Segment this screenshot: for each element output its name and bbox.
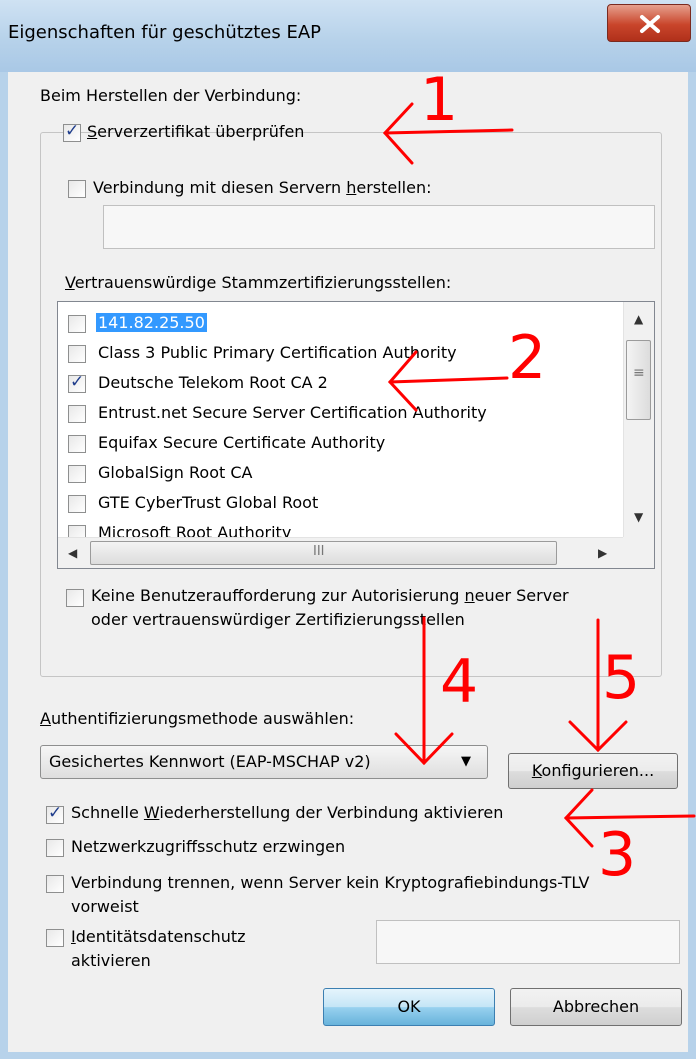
scroll-up-arrow-icon[interactable]: ▲ bbox=[634, 312, 643, 326]
connect-heading: Beim Herstellen der Verbindung: bbox=[40, 86, 302, 105]
list-item[interactable]: GTE CyberTrust Global Root bbox=[66, 490, 606, 518]
connect-servers-checkbox[interactable] bbox=[68, 180, 86, 198]
window-frame-bottom bbox=[0, 1052, 696, 1059]
fast-reconnect-label[interactable]: Schnelle Wiederherstellung der Verbindun… bbox=[71, 803, 503, 822]
scroll-right-arrow-icon[interactable]: ▶ bbox=[598, 546, 607, 560]
nap-label[interactable]: Netzwerkzugriffsschutz erzwingen bbox=[71, 837, 345, 856]
disconnect-label-line2[interactable]: vorweist bbox=[71, 897, 139, 916]
identity-privacy-label-line2[interactable]: aktivieren bbox=[71, 951, 151, 970]
list-item-label: Equifax Secure Certificate Authority bbox=[98, 433, 386, 452]
no-prompt-checkbox[interactable] bbox=[66, 589, 84, 607]
close-button[interactable] bbox=[607, 4, 691, 42]
list-item[interactable]: 141.82.25.50 bbox=[66, 310, 606, 338]
list-item[interactable]: Equifax Secure Certificate Authority bbox=[66, 430, 606, 458]
fast-reconnect-checkbox[interactable]: ✓ bbox=[46, 803, 64, 824]
list-item-checkbox[interactable] bbox=[68, 495, 86, 513]
no-prompt-label-line2[interactable]: oder vertrauenswürdiger Zertifizierungss… bbox=[91, 610, 465, 629]
list-item-checkbox[interactable] bbox=[68, 315, 86, 333]
disconnect-checkbox[interactable] bbox=[46, 875, 64, 893]
horizontal-scroll-thumb[interactable]: III bbox=[90, 541, 557, 565]
identity-input[interactable] bbox=[376, 920, 680, 964]
grip-icon: III bbox=[313, 544, 325, 559]
list-item-label: Deutsche Telekom Root CA 2 bbox=[98, 373, 328, 392]
nap-checkbox[interactable] bbox=[46, 839, 64, 857]
list-item-checkbox[interactable] bbox=[68, 405, 86, 423]
list-item[interactable]: Class 3 Public Primary Certification Aut… bbox=[66, 340, 606, 368]
trusted-ca-list[interactable]: 141.82.25.50 Class 3 Public Primary Cert… bbox=[57, 301, 655, 569]
list-item[interactable]: GlobalSign Root CA bbox=[66, 460, 606, 488]
title-bar: Eigenschaften für geschütztes EAP bbox=[0, 0, 696, 72]
disconnect-label[interactable]: Verbindung trennen, wenn Server kein Kry… bbox=[71, 873, 589, 892]
cancel-button[interactable]: Abbrechen bbox=[510, 988, 682, 1026]
list-item-checkbox[interactable] bbox=[68, 465, 86, 483]
verify-cert-label[interactable]: Serverzertifikat überprüfen bbox=[87, 122, 304, 141]
list-item[interactable]: ✓ Deutsche Telekom Root CA 2 bbox=[66, 370, 606, 398]
horizontal-scrollbar[interactable]: ◀ III ▶ bbox=[58, 537, 623, 568]
auth-method-label: Authentifizierungsmethode auswählen: bbox=[40, 709, 355, 728]
grip-icon: ≡ bbox=[633, 365, 645, 381]
scroll-left-arrow-icon[interactable]: ◀ bbox=[68, 546, 77, 560]
window-frame-left bbox=[0, 72, 8, 1059]
checkmark-icon: ✓ bbox=[48, 803, 63, 823]
dropdown-arrow-icon: ▼ bbox=[461, 754, 471, 769]
list-item-label: 141.82.25.50 bbox=[96, 313, 207, 332]
list-item-label: GTE CyberTrust Global Root bbox=[98, 493, 319, 512]
list-item[interactable]: Entrust.net Secure Server Certification … bbox=[66, 400, 606, 428]
ok-button[interactable]: OK bbox=[323, 988, 495, 1026]
window-title: Eigenschaften für geschütztes EAP bbox=[8, 22, 322, 43]
configure-button[interactable]: Konfigurieren... bbox=[508, 753, 678, 789]
list-item-label: Entrust.net Secure Server Certification … bbox=[98, 403, 487, 422]
list-item-label: Class 3 Public Primary Certification Aut… bbox=[98, 343, 457, 362]
auth-method-value: Gesichertes Kennwort (EAP-MSCHAP v2) bbox=[49, 752, 371, 771]
list-item-label: GlobalSign Root CA bbox=[98, 463, 253, 482]
vertical-scroll-thumb[interactable]: ≡ bbox=[626, 340, 651, 420]
window-frame-right bbox=[688, 72, 696, 1059]
list-item-checkbox[interactable] bbox=[68, 345, 86, 363]
connect-servers-label[interactable]: Verbindung mit diesen Servern herstellen… bbox=[93, 178, 431, 197]
auth-method-select[interactable]: Gesichertes Kennwort (EAP-MSCHAP v2) ▼ bbox=[40, 745, 488, 779]
no-prompt-label[interactable]: Keine Benutzeraufforderung zur Autorisie… bbox=[91, 586, 569, 605]
identity-privacy-label[interactable]: Identitätsdatenschutz bbox=[71, 927, 246, 946]
verify-cert-checkbox[interactable]: ✓ bbox=[63, 121, 81, 142]
checkmark-icon: ✓ bbox=[70, 372, 85, 392]
checkmark-icon: ✓ bbox=[65, 121, 80, 141]
scroll-down-arrow-icon[interactable]: ▼ bbox=[634, 510, 643, 524]
list-item-checkbox[interactable]: ✓ bbox=[68, 372, 86, 393]
close-icon bbox=[640, 15, 660, 33]
list-item-checkbox[interactable] bbox=[68, 435, 86, 453]
trusted-ca-heading: Vertrauenswürdige Stammzertifizierungsst… bbox=[65, 273, 452, 292]
vertical-scrollbar[interactable]: ▲ ≡ ▼ bbox=[623, 302, 654, 537]
servers-input[interactable] bbox=[103, 205, 655, 249]
identity-privacy-checkbox[interactable] bbox=[46, 929, 64, 947]
scroll-corner bbox=[623, 537, 654, 568]
